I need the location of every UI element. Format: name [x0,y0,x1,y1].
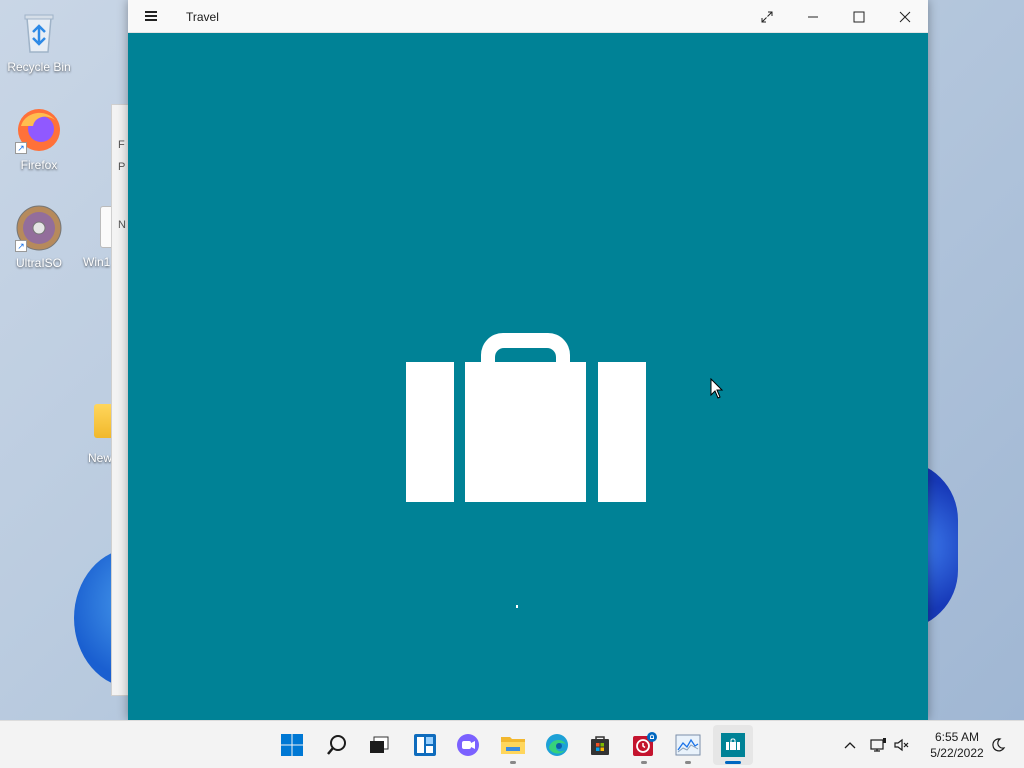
minimize-icon [808,16,818,17]
desktop-icon-firefox[interactable]: ↗ Firefox [1,106,77,172]
firefox-icon: ↗ [15,106,63,154]
travel-app-icon [721,733,745,757]
desktop-icon-recycle-bin[interactable]: Recycle Bin [1,8,77,74]
alarms-icon [633,732,657,756]
performance-monitor-button[interactable] [668,725,708,765]
background-window-text: P [118,161,126,173]
chevron-up-icon [844,742,856,749]
widgets-icon [414,734,436,756]
close-button[interactable] [882,0,928,33]
clock-date: 5/22/2022 [930,746,984,760]
minimize-button[interactable] [790,0,836,33]
store-icon [591,736,609,755]
shortcut-arrow-icon: ↗ [15,240,27,252]
start-icon [281,734,303,756]
travel-app-button[interactable] [713,725,753,765]
network-button[interactable] [866,731,890,759]
store-button[interactable] [580,725,620,765]
file-explorer-button[interactable] [493,725,533,765]
running-indicator [510,761,516,764]
chat-icon [457,734,479,756]
file-explorer-icon [501,737,525,754]
expand-icon [761,11,773,22]
title-bar[interactable]: Travel [128,0,928,33]
desktop-icon-label-partial[interactable]: Win1 [83,255,110,269]
search-button[interactable] [317,725,357,765]
clock-time: 6:55 AM [934,730,980,744]
task-view-icon [370,736,389,753]
chat-button[interactable] [448,725,488,765]
window-title: Travel [186,10,219,24]
running-indicator [685,761,691,764]
widgets-button[interactable] [405,725,445,765]
shortcut-arrow-icon: ↗ [15,142,27,154]
background-window-text: F [118,139,125,151]
running-indicator-active [725,761,741,764]
full-screen-button[interactable] [744,0,790,33]
alarms-button[interactable] [624,725,664,765]
desktop-icon-label: Recycle Bin [7,60,71,74]
running-indicator [641,761,647,764]
desktop-icon-label-partial[interactable]: New [88,451,112,465]
hamburger-icon [145,11,157,21]
start-button[interactable] [272,725,312,765]
background-window-text: N [118,219,126,231]
edge-icon [546,734,568,756]
task-view-button[interactable] [359,725,399,765]
search-icon [327,735,346,755]
close-icon [899,11,911,22]
recycle-bin-icon [15,8,63,56]
performance-monitor-icon [675,734,701,756]
loading-indicator [516,605,518,608]
desktop-icon-label: Firefox [20,158,58,172]
clock[interactable]: 6:55 AM 5/22/2022 [918,729,996,761]
taskbar: 6:55 AM 5/22/2022 [0,720,1024,768]
moon-icon [992,738,1006,752]
travel-app-window[interactable]: Travel [128,0,928,720]
volume-muted-icon [894,738,909,752]
maximize-icon [853,11,865,22]
disc-icon: ↗ [15,204,63,252]
edge-button[interactable] [537,725,577,765]
show-hidden-icons-button[interactable] [838,731,862,759]
network-icon [870,738,886,752]
desktop-icon-ultraiso[interactable]: ↗ UltraISO [1,204,77,270]
mouse-cursor-icon [710,378,724,399]
briefcase-icon [406,333,646,502]
focus-assist-button[interactable] [986,731,1010,759]
hamburger-menu-button[interactable] [136,2,166,30]
maximize-button[interactable] [836,0,882,33]
volume-button[interactable] [890,731,914,759]
desktop-icon-label: UltraISO [15,256,62,270]
